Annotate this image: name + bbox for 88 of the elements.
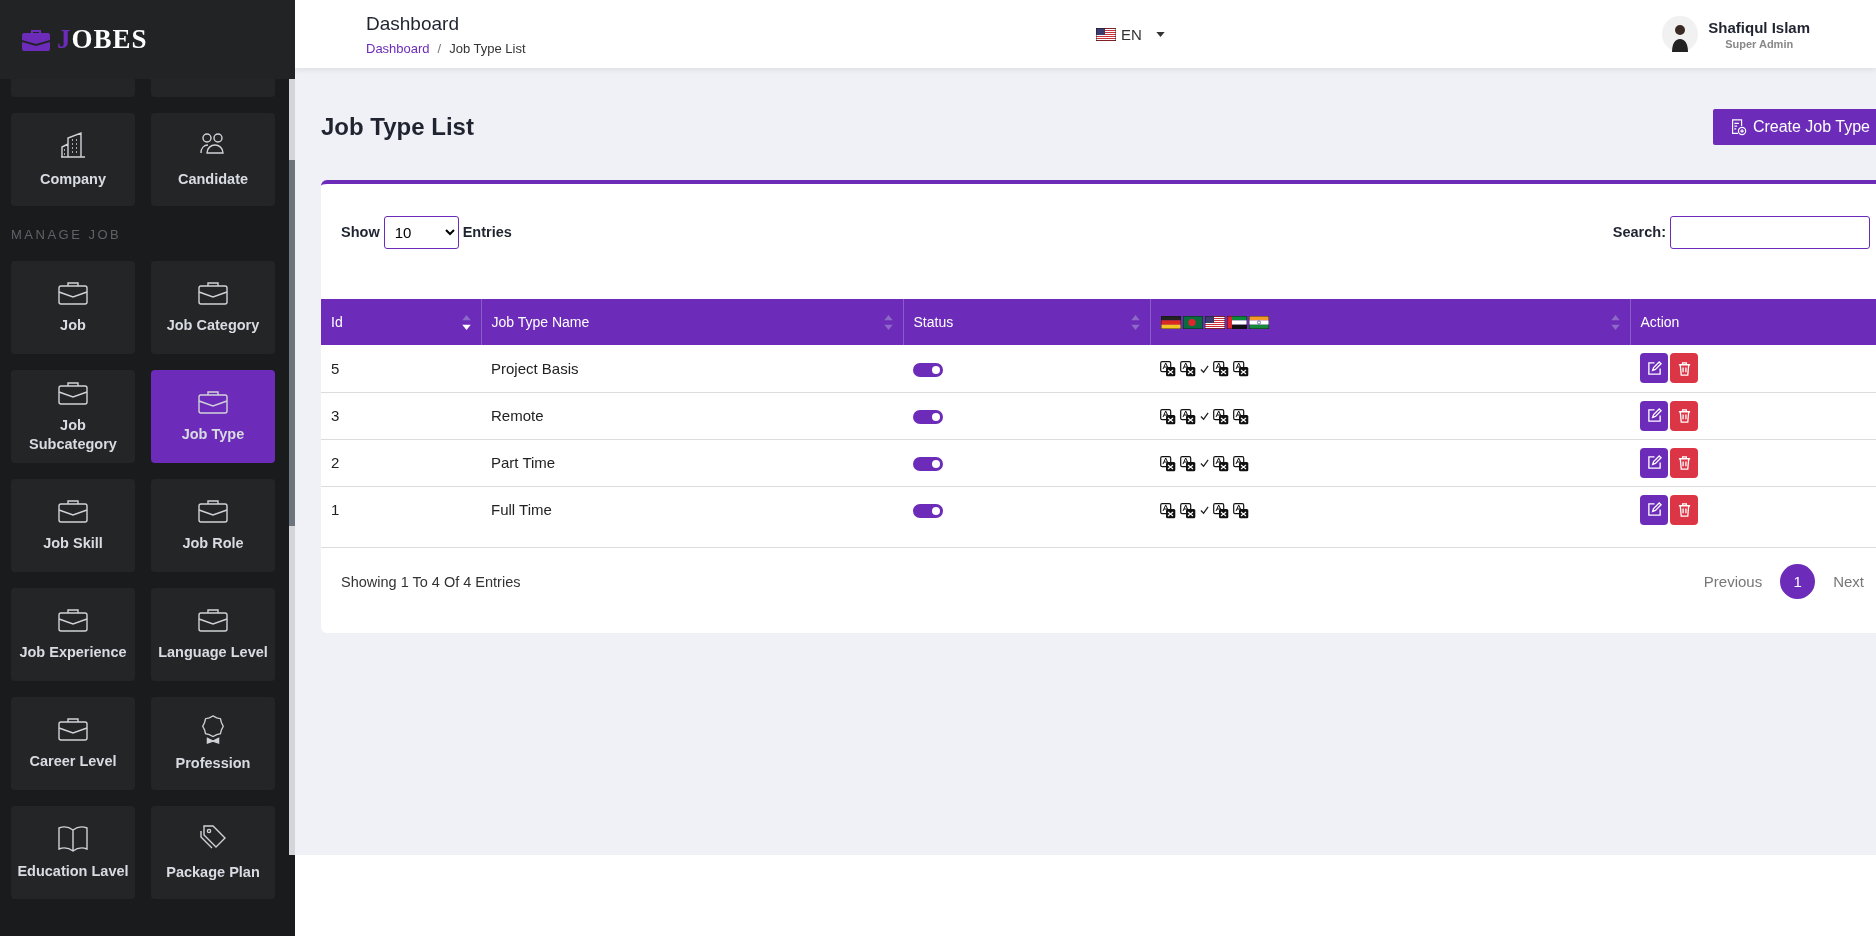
table-cell: Full Time [481,486,903,533]
briefcase-icon [57,716,89,743]
column-header[interactable]: Action [1630,299,1876,345]
menu-item[interactable]: Job Role [151,479,275,572]
briefcase-icon [57,607,89,634]
menu-item[interactable]: Job Category [151,261,275,354]
edit-button[interactable] [1640,447,1668,478]
menu-item[interactable]: Job Experience [11,588,135,681]
edit-button[interactable] [1640,353,1668,384]
show-label: Show [341,224,380,240]
flag-icon [1160,315,1181,329]
briefcase-icon [197,389,229,416]
user-name: Shafiqul Islam [1708,18,1810,36]
briefcase-icon [197,498,229,525]
flag-icon [1226,315,1247,329]
avatar[interactable] [1662,16,1699,52]
page-title: Job Type List [321,113,474,141]
delete-button[interactable] [1670,494,1698,525]
menu-item[interactable]: Career Level [11,697,135,790]
delete-button[interactable] [1670,353,1698,384]
award-icon [199,714,227,745]
table-cell: 3 [321,392,481,439]
table-cell: 5 [321,345,481,392]
table-cell: 2 [321,439,481,486]
scrollbar[interactable] [289,79,295,855]
table-cell: 1 [321,486,481,533]
column-header[interactable]: Id [321,299,481,345]
flag-icon [1182,315,1203,329]
menu-item[interactable]: Candidate [151,113,275,206]
trash-icon [1676,455,1692,470]
breadcrumb-link[interactable]: Dashboard [366,40,430,56]
delete-button[interactable] [1670,447,1698,478]
column-header[interactable]: Status [903,299,1150,345]
trash-icon [1676,408,1692,423]
search-field[interactable] [1670,215,1870,249]
caret-icon [1155,31,1165,37]
briefcase-icon [197,607,229,634]
edit-icon [1646,360,1662,376]
menu-item[interactable]: Language Level [151,588,275,681]
briefcase-icon [197,280,229,307]
menu-item[interactable]: Job Type [151,370,275,463]
language-selector[interactable]: EN [1096,25,1165,43]
column-header[interactable]: Job Type Name [481,299,903,345]
flag-icon [1096,27,1116,41]
briefcase-icon [22,28,50,51]
briefcase-icon [57,280,89,307]
trash-icon [1676,360,1692,376]
breadcrumb-current: Job Type List [449,40,526,56]
logo-text[interactable]: JOBES [57,24,148,55]
book-icon [57,824,89,853]
edit-icon [1646,455,1662,470]
edit-icon [1646,408,1662,423]
page-size-select[interactable]: 10 [383,215,459,249]
table-cell: Part Time [481,439,903,486]
create-button[interactable]: Create Job Type [1712,109,1876,145]
menu-item[interactable]: Job [11,261,135,354]
edit-button[interactable] [1640,494,1668,525]
flag-icon [1204,315,1225,329]
table-cell: Project Basis [481,345,903,392]
menu-item[interactable]: Job Subcategory [11,370,135,463]
status-toggle[interactable] [913,362,943,377]
section-heading: MANAGE JOB [11,227,123,242]
status-toggle[interactable] [913,410,943,424]
menu-item[interactable]: Package Plan [151,806,275,899]
briefcase-icon [57,380,89,407]
briefcase-icon [57,498,89,525]
menu-item[interactable]: Job Skill [11,479,135,572]
user-role: Super Admin [1725,37,1794,50]
trash-icon [1676,502,1692,518]
entries-info: Showing 1 To 4 Of 4 Entries [341,573,521,590]
building-icon [58,130,88,161]
pagination-link[interactable]: Next [1827,567,1870,596]
breadcrumb-separator: / [437,40,442,56]
edit-icon [1646,502,1662,518]
search-label: Search: [1612,224,1666,240]
entries-label: Entries [462,224,512,240]
header-title: Dashboard [366,12,460,35]
menu-item[interactable]: Company [11,113,135,206]
delete-button[interactable] [1670,400,1698,431]
status-toggle[interactable] [913,504,943,519]
table-cell: Remote [481,392,903,439]
menu-item[interactable]: Education Lavel [11,806,135,899]
edit-button[interactable] [1640,400,1668,431]
flag-icon [1248,315,1269,329]
page-button[interactable]: 1 [1780,564,1816,599]
status-toggle[interactable] [913,457,943,471]
menu-item[interactable]: Profession [151,697,275,790]
pagination-link[interactable]: Previous [1697,567,1769,596]
